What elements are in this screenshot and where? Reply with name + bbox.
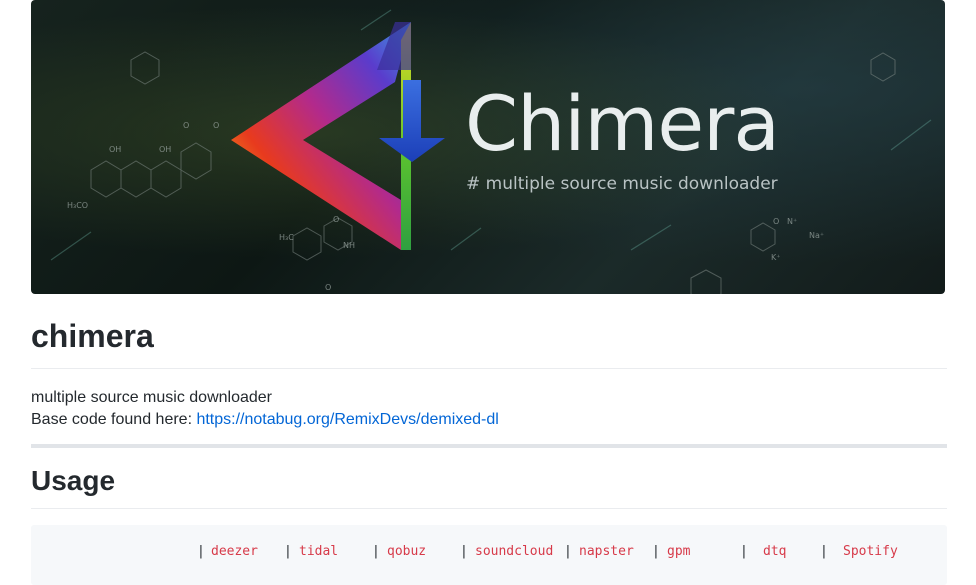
code-separator: | bbox=[284, 544, 292, 559]
svg-text:H₃CO: H₃CO bbox=[67, 201, 88, 210]
service-napster: napster bbox=[579, 544, 634, 559]
section-divider bbox=[31, 444, 947, 448]
service-spotify: Spotify bbox=[843, 544, 898, 559]
svg-text:H₃C: H₃C bbox=[279, 233, 294, 242]
base-code-line: Base code found here: https://notabug.or… bbox=[31, 409, 499, 431]
services-row: | deezer | tidal | qobuz | soundcloud | … bbox=[31, 543, 947, 561]
svg-text:O: O bbox=[325, 283, 331, 292]
service-dtq: dtq bbox=[763, 544, 787, 559]
code-separator: | bbox=[197, 544, 205, 559]
banner-subtitle: # multiple source music downloader bbox=[466, 174, 778, 194]
service-soundcloud: soundcloud bbox=[475, 544, 554, 559]
code-separator: | bbox=[564, 544, 572, 559]
svg-text:Na⁺: Na⁺ bbox=[809, 231, 824, 240]
banner-title: Chimera bbox=[465, 79, 780, 168]
code-separator: | bbox=[372, 544, 380, 559]
usage-heading: Usage bbox=[31, 465, 116, 496]
svg-text:NH: NH bbox=[343, 241, 355, 250]
repo-description: multiple source music downloader Base co… bbox=[31, 387, 499, 431]
service-tidal: tidal bbox=[299, 544, 339, 559]
base-code-link[interactable]: https://notabug.org/RemixDevs/demixed-dl bbox=[196, 411, 498, 428]
svg-text:O: O bbox=[333, 215, 339, 224]
svg-text:O: O bbox=[773, 217, 779, 226]
code-separator: | bbox=[652, 544, 660, 559]
base-code-label: Base code found here: bbox=[31, 411, 197, 428]
service-qobuz: qobuz bbox=[387, 544, 427, 559]
svg-text:OH: OH bbox=[159, 145, 171, 154]
heading-divider bbox=[31, 368, 947, 369]
page-title: chimera bbox=[31, 318, 154, 354]
svg-text:OH: OH bbox=[109, 145, 121, 154]
service-gpm: gpm bbox=[667, 544, 691, 559]
svg-text:K⁺: K⁺ bbox=[771, 253, 780, 262]
code-separator: | bbox=[460, 544, 468, 559]
code-separator: | bbox=[740, 544, 748, 559]
usage-code-block: | deezer | tidal | qobuz | soundcloud | … bbox=[31, 525, 947, 585]
svg-text:N⁺: N⁺ bbox=[787, 217, 797, 226]
service-deezer: deezer bbox=[211, 544, 258, 559]
svg-text:O: O bbox=[183, 121, 189, 130]
usage-heading-divider bbox=[31, 508, 947, 509]
description-text: multiple source music downloader bbox=[31, 389, 272, 406]
code-separator: | bbox=[820, 544, 828, 559]
banner-image: OH OH O O H₃CO H₃C O NH O O N⁺ Na⁺ K⁺ Ch… bbox=[31, 0, 945, 294]
svg-text:O: O bbox=[213, 121, 219, 130]
readme-content: OH OH O O H₃CO H₃C O NH O O N⁺ Na⁺ K⁺ Ch… bbox=[31, 0, 947, 585]
